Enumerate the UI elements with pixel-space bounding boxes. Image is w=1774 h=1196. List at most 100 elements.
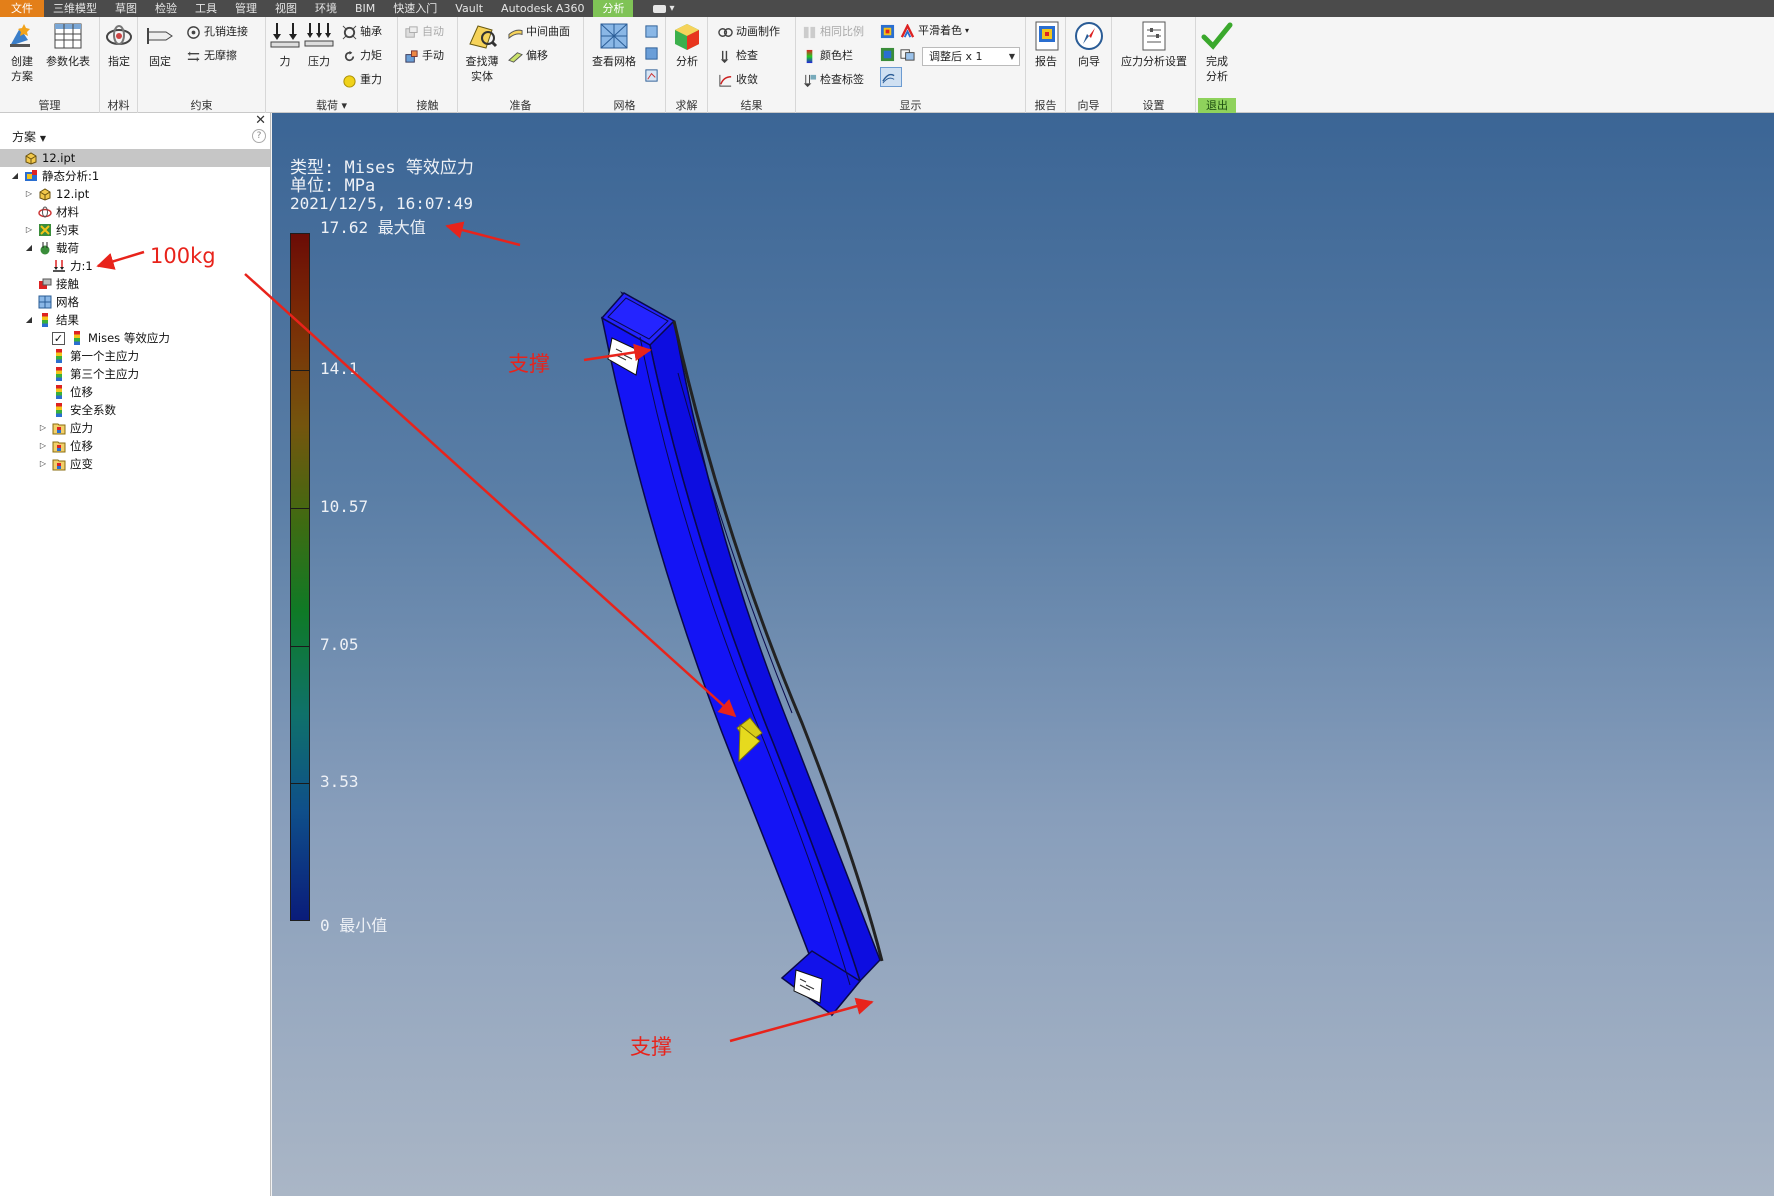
pin-constraint-button[interactable]: 孔销连接 [186, 22, 248, 42]
browser-node[interactable]: ▷ 12.ipt [0, 185, 270, 203]
panel-load-title[interactable]: 载荷 ▾ [266, 98, 397, 113]
pressure-button[interactable]: 压力 [302, 20, 336, 69]
offset-button[interactable]: 偏移 [508, 46, 548, 66]
finish-analysis-button[interactable]: 完成 分析 [1198, 20, 1236, 84]
expand-toggle-icon[interactable]: ▷ [24, 185, 34, 203]
report-button[interactable]: 报告 [1029, 20, 1063, 69]
material-icon [106, 25, 132, 45]
browser-node[interactable]: 材料 [0, 203, 270, 221]
part-icon [38, 187, 52, 201]
browser-node[interactable]: ◢ 结果 [0, 311, 270, 329]
panel-display: 相同比例 颜色栏 检查标签 平滑着色 ▾ 调整后 x 1 ▼ 显示 [796, 17, 1026, 113]
convergence-plot-button[interactable]: 收敛 [718, 70, 758, 90]
local-mesh-button[interactable] [644, 43, 659, 63]
probe-label: 检查 [736, 49, 758, 62]
beam-model[interactable] [272, 113, 1774, 1196]
fixed-constraint-button[interactable]: 固定 [143, 20, 177, 69]
assign-material-button[interactable]: 指定 [102, 20, 136, 69]
deformation-scale-dropdown[interactable]: 调整后 x 1 ▼ [922, 47, 1020, 66]
expand-toggle-icon[interactable]: ◢ [24, 239, 34, 257]
moment-button[interactable]: 力矩 [342, 46, 382, 66]
browser-node-label: 第三个主应力 [70, 367, 139, 381]
menu-tab[interactable]: 管理 [226, 0, 266, 17]
menu-tab[interactable]: 三维模型 [44, 0, 106, 17]
animate-button[interactable]: 动画制作 [718, 22, 780, 42]
mid-surface-button[interactable]: 中间曲面 [508, 22, 570, 42]
expand-toggle-icon[interactable]: ▷ [38, 419, 48, 437]
mesh-display-toggle[interactable] [880, 67, 902, 87]
find-thin-bodies-button[interactable]: 查找薄 实体 [462, 20, 502, 84]
menu-tab[interactable]: Vault [446, 0, 492, 17]
gravity-button[interactable]: 重力 [342, 70, 382, 90]
browser-node[interactable]: 12.ipt [0, 149, 270, 167]
browser-node[interactable]: ◢ 静态分析:1 [0, 167, 270, 185]
browser-node[interactable]: 力:1 [0, 257, 270, 275]
browser-node[interactable]: 第三个主应力 [0, 365, 270, 383]
browser-node[interactable]: ▷ 约束 [0, 221, 270, 239]
graphics-viewport[interactable]: 类型: Mises 等效应力 单位: MPa 2021/12/5, 16:07:… [272, 113, 1774, 1196]
help-icon[interactable]: ? [252, 129, 266, 143]
probe-labels-button[interactable]: 检查标签 [802, 70, 864, 90]
analyze-button[interactable]: 分析 [670, 20, 704, 69]
force-button[interactable]: 力 [269, 20, 301, 69]
browser-header-dropdown[interactable]: 方案 ▼ [12, 128, 46, 145]
menu-tab[interactable]: 环境 [306, 0, 346, 17]
expand-toggle-icon[interactable]: ▷ [38, 437, 48, 455]
auto-contact-button[interactable]: 自动 [404, 22, 444, 42]
probe-button[interactable]: 检查 [718, 46, 758, 66]
manual-contact-button[interactable]: 手动 [404, 46, 444, 66]
browser-node[interactable]: ◢ 载荷 [0, 239, 270, 257]
checkmark-icon [1201, 22, 1233, 50]
browser-node[interactable]: 位移 [0, 383, 270, 401]
menu-tab[interactable]: 分析 [593, 0, 634, 17]
browser-node[interactable]: ▷ 应变 [0, 455, 270, 473]
browser-node[interactable]: 第一个主应力 [0, 347, 270, 365]
bearing-load-button[interactable]: 轴承 [342, 22, 382, 42]
chevron-down-icon: ▼ [39, 134, 46, 143]
convergence-settings-button[interactable] [644, 65, 659, 85]
expand-toggle-icon[interactable]: ▷ [38, 455, 48, 473]
create-plan-button[interactable]: 创建 方案 [3, 20, 41, 84]
view-mesh-button[interactable]: 查看网格 [588, 20, 640, 69]
boundary-button[interactable] [880, 44, 895, 64]
menu-tab[interactable]: 工具 [186, 0, 226, 17]
browser-node[interactable]: 网格 [0, 293, 270, 311]
menu-tab[interactable]: 视图 [266, 0, 306, 17]
expand-toggle-icon[interactable]: ◢ [24, 311, 34, 329]
panel-settings-title: 设置 [1142, 99, 1165, 112]
load-icon [38, 241, 52, 255]
camera-icon [653, 4, 667, 13]
browser-node-label: 结果 [56, 313, 79, 327]
panel-display-title: 显示 [899, 99, 922, 112]
menu-tab[interactable]: 检验 [146, 0, 186, 17]
study-icon [24, 169, 38, 183]
expand-toggle-icon[interactable]: ▷ [24, 221, 34, 239]
param-table-button[interactable]: 参数化表 [43, 20, 93, 69]
deformed-style-button[interactable] [900, 44, 915, 64]
visibility-checkbox[interactable]: ✓ [52, 332, 65, 345]
browser-node[interactable]: 接触 [0, 275, 270, 293]
same-scale-button[interactable]: 相同比例 [802, 22, 864, 42]
frictionless-constraint-button[interactable]: 无摩擦 [186, 46, 237, 66]
browser-node[interactable]: ▷ 位移 [0, 437, 270, 455]
menu-tab[interactable]: BIM [346, 0, 384, 17]
smooth-shading-button[interactable]: 平滑着色 ▾ [900, 21, 969, 41]
mesh-settings-button[interactable] [644, 21, 659, 41]
color-bar-button[interactable]: 颜色栏 [802, 46, 853, 66]
menu-tab[interactable]: 文件 [0, 0, 44, 17]
animate-icon [718, 27, 733, 37]
menu-tab[interactable]: 快速入门 [384, 0, 446, 17]
menu-tab[interactable]: 草图 [106, 0, 146, 17]
browser-node[interactable]: ▷ 应力 [0, 419, 270, 437]
contour-shading-button[interactable] [880, 21, 895, 41]
browser-node[interactable]: 安全系数 [0, 401, 270, 419]
expand-toggle-icon[interactable]: ◢ [10, 167, 20, 185]
guide-button[interactable]: 向导 [1070, 20, 1108, 69]
quick-access-dropdown[interactable]: ▾ [643, 0, 684, 17]
stress-analysis-settings-button[interactable]: 应力分析设置 [1114, 20, 1194, 69]
panel-exit: 完成 分析 退出 [1196, 17, 1238, 113]
menu-tab[interactable]: Autodesk A360 [492, 0, 593, 17]
browser-node[interactable]: ✓ Mises 等效应力 [0, 329, 270, 347]
analyze-icon [675, 24, 699, 50]
close-icon[interactable]: ✕ [255, 113, 266, 128]
